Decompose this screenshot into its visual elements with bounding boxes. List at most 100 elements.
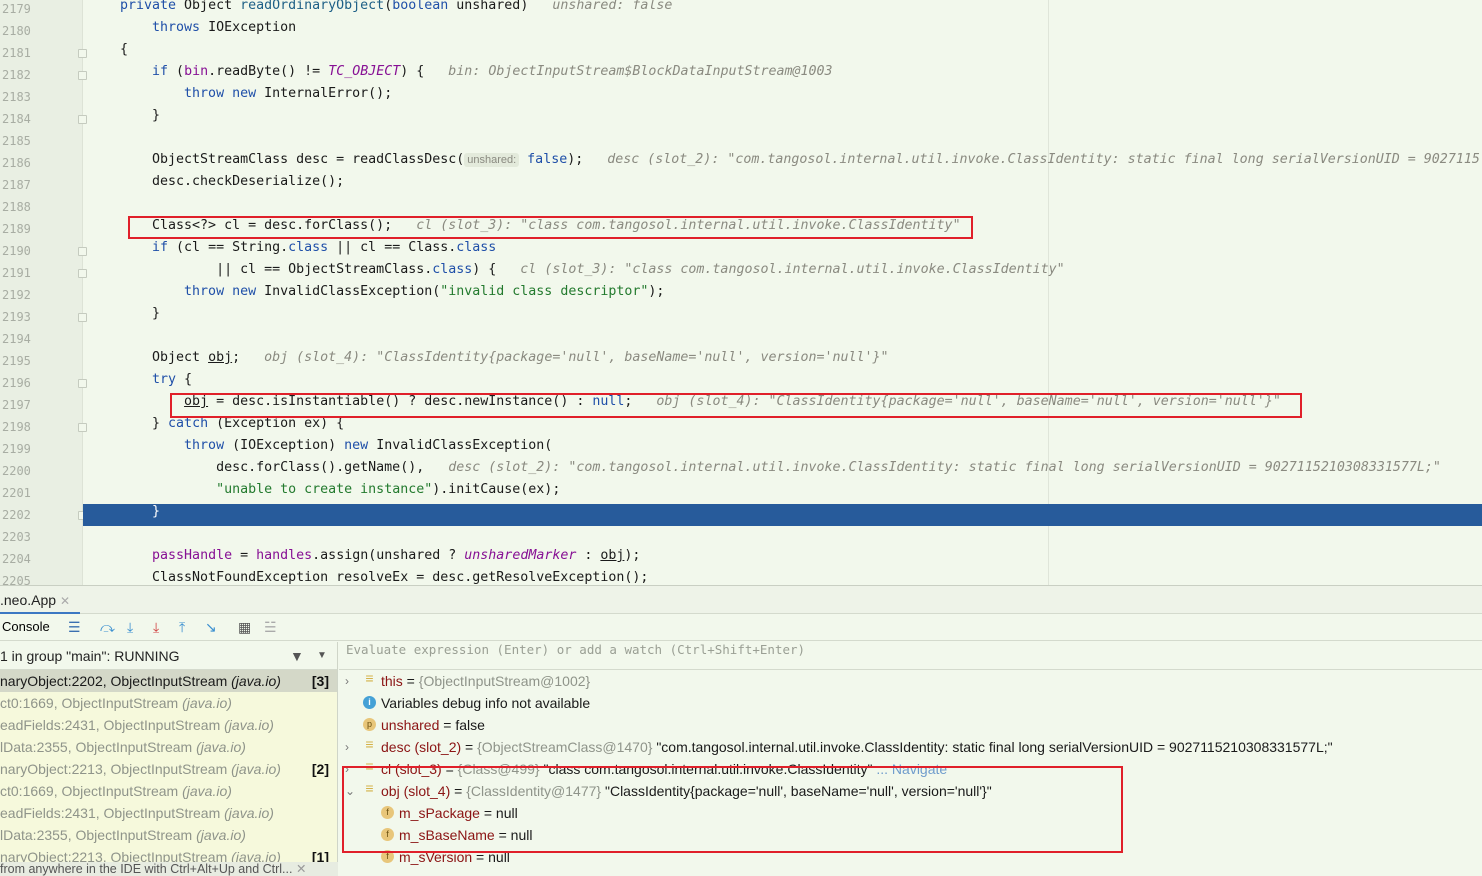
fold-marker-icon[interactable] xyxy=(78,49,87,58)
line-number[interactable]: 2182 xyxy=(2,64,42,86)
line-number[interactable]: 2201 xyxy=(2,482,42,504)
dropdown-chevron-icon[interactable]: ▼ xyxy=(317,642,327,670)
debug-session-tab[interactable]: .neo.App ✕ xyxy=(0,586,80,614)
step-out-icon[interactable]: ⤒ xyxy=(179,618,185,636)
code-line: ClassNotFoundException resolveEx = desc.… xyxy=(120,570,648,585)
line-number[interactable]: 2197 xyxy=(2,394,42,416)
close-hint-icon[interactable]: ✕ xyxy=(296,862,306,876)
inline-debug-value: desc (slot_2): "com.tangosol.internal.ut… xyxy=(583,152,1480,167)
expand-chevron-icon[interactable]: › xyxy=(345,670,349,692)
code-line: { xyxy=(120,42,128,64)
fold-marker-icon[interactable] xyxy=(78,71,87,80)
code-token: || cl == Class. xyxy=(328,240,457,255)
line-number[interactable]: 2190 xyxy=(2,240,42,262)
code-token: throw xyxy=(120,438,233,453)
code-token: InvalidClassException( xyxy=(376,438,553,453)
debug-toolbar: Console ☰ ⤼ ⤓ ⤓ ⤒ ↘ ▦ ☱ xyxy=(0,614,1482,641)
variable-row[interactable]: p unshared = false xyxy=(339,714,1482,736)
code-line: || cl == ObjectStreamClass.class) { cl (… xyxy=(120,262,1065,284)
close-tab-icon[interactable]: ✕ xyxy=(60,594,70,608)
variable-row[interactable]: i Variables debug info not available xyxy=(339,692,1482,714)
line-number[interactable]: 2183 xyxy=(2,86,42,108)
frame-package: (java.io) xyxy=(224,805,274,821)
stack-frame[interactable]: eadFields:2431, ObjectInputStream (java.… xyxy=(0,714,337,736)
code-token: InvalidClassException( xyxy=(264,284,441,299)
trace-icon[interactable]: ☱ xyxy=(264,618,277,636)
fold-marker-icon[interactable] xyxy=(78,269,87,278)
line-number[interactable]: 2180 xyxy=(2,20,42,42)
line-number[interactable]: 2184 xyxy=(2,108,42,130)
right-margin-guide xyxy=(1048,0,1049,585)
variable-row[interactable]: › ≡ desc (slot_2) = {ObjectStreamClass@147… xyxy=(339,736,1482,758)
fold-marker-icon[interactable] xyxy=(78,379,87,388)
line-number[interactable]: 2192 xyxy=(2,284,42,306)
line-number[interactable]: 2188 xyxy=(2,196,42,218)
frame-package: (java.io) xyxy=(224,717,274,733)
run-to-cursor-icon[interactable]: ↘ xyxy=(205,618,217,636)
line-number[interactable]: 2194 xyxy=(2,328,42,350)
variable-name: unshared xyxy=(381,717,440,733)
code-token: try xyxy=(120,372,185,387)
fold-marker-icon[interactable] xyxy=(78,247,87,256)
line-number[interactable]: 2193 xyxy=(2,306,42,328)
stack-frame[interactable]: naryObject:2202, ObjectInputStream (java… xyxy=(0,670,337,692)
fold-marker-icon[interactable] xyxy=(78,313,87,322)
console-tab[interactable]: Console xyxy=(2,618,50,636)
step-over-icon[interactable]: ⤼ xyxy=(100,618,115,636)
stack-frame[interactable]: naryObject:2213, ObjectInputStream (java… xyxy=(0,758,337,780)
frames-panel: 1 in group "main": RUNNING ▼ ▼ naryObjec… xyxy=(0,642,338,876)
force-step-into-icon[interactable]: ⤓ xyxy=(153,618,159,636)
step-into-icon[interactable]: ⤓ xyxy=(127,618,133,636)
stack-frame[interactable]: ct0:1669, ObjectInputStream (java.io) xyxy=(0,780,337,802)
filter-icon[interactable]: ▼ xyxy=(290,642,304,670)
line-number[interactable]: 2181 xyxy=(2,42,42,64)
frame-depth-badge: [2] xyxy=(311,761,329,777)
fold-marker-icon[interactable] xyxy=(78,115,87,124)
line-number[interactable]: 2204 xyxy=(2,548,42,570)
code-line: ObjectStreamClass desc = readClassDesc(u… xyxy=(120,152,1480,174)
line-number[interactable]: 2187 xyxy=(2,174,42,196)
code-token: } xyxy=(120,108,161,123)
code-token: catch xyxy=(168,416,217,431)
line-number[interactable]: 2196 xyxy=(2,372,42,394)
line-number[interactable]: 2185 xyxy=(2,130,42,152)
evaluate-expression-input[interactable]: Evaluate expression (Enter) or add a wat… xyxy=(339,642,1482,670)
line-number[interactable]: 2191 xyxy=(2,262,42,284)
line-number[interactable]: 2179 xyxy=(2,0,42,20)
line-number[interactable]: 2202 xyxy=(2,504,42,526)
code-token: } xyxy=(120,306,161,321)
code-editor[interactable]: 2179 2180 2181 2182 2183 2184 2185 2186 2187 2188… xyxy=(0,0,1482,585)
show-execution-point-icon[interactable]: ☰ xyxy=(68,618,81,636)
debug-tab-bar: .neo.App ✕ xyxy=(0,586,1482,614)
line-number[interactable]: 2203 xyxy=(2,526,42,548)
debug-tool-window: .neo.App ✕ Console ☰ ⤼ ⤓ ⤓ ⤒ ↘ ▦ ☱ 1 in … xyxy=(0,585,1482,876)
stack-frame[interactable]: lData:2355, ObjectInputStream (java.io) xyxy=(0,736,337,758)
stack-frame[interactable]: eadFields:2431, ObjectInputStream (java.… xyxy=(0,802,337,824)
line-number-gutter[interactable]: 2179 2180 2181 2182 2183 2184 2185 2186 2187 2188… xyxy=(0,0,87,585)
frame-package: (java.io) xyxy=(182,783,232,799)
line-number[interactable]: 2205 xyxy=(2,570,42,585)
code-token: private xyxy=(120,0,185,13)
code-token: desc.forClass().getName(), xyxy=(120,460,425,475)
code-token: .assign(unshared ? xyxy=(312,548,465,563)
line-number[interactable]: 2195 xyxy=(2,350,42,372)
line-number[interactable]: 2189 xyxy=(2,218,42,240)
frame-package: (java.io) xyxy=(231,761,281,777)
fold-marker-icon[interactable] xyxy=(78,423,87,432)
line-number[interactable]: 2186 xyxy=(2,152,42,174)
code-token: new xyxy=(344,438,377,453)
line-number[interactable]: 2200 xyxy=(2,460,42,482)
line-number[interactable]: 2198 xyxy=(2,416,42,438)
annotation-box-cl xyxy=(128,216,973,239)
variable-row[interactable]: › ≡ this = {ObjectInputStream@1002} xyxy=(339,670,1482,692)
code-token: handles xyxy=(256,548,313,563)
code-token: || cl == ObjectStreamClass. xyxy=(120,262,433,277)
expand-chevron-icon[interactable]: › xyxy=(345,736,349,758)
thread-selector[interactable]: 1 in group "main": RUNNING ▼ ▼ xyxy=(0,642,337,670)
evaluate-expression-icon[interactable]: ▦ xyxy=(238,618,251,636)
frame-method: naryObject:2202, ObjectInputStream xyxy=(0,673,232,689)
stack-frame[interactable]: ct0:1669, ObjectInputStream (java.io) xyxy=(0,692,337,714)
line-number[interactable]: 2199 xyxy=(2,438,42,460)
stack-frame[interactable]: lData:2355, ObjectInputStream (java.io) xyxy=(0,824,337,846)
